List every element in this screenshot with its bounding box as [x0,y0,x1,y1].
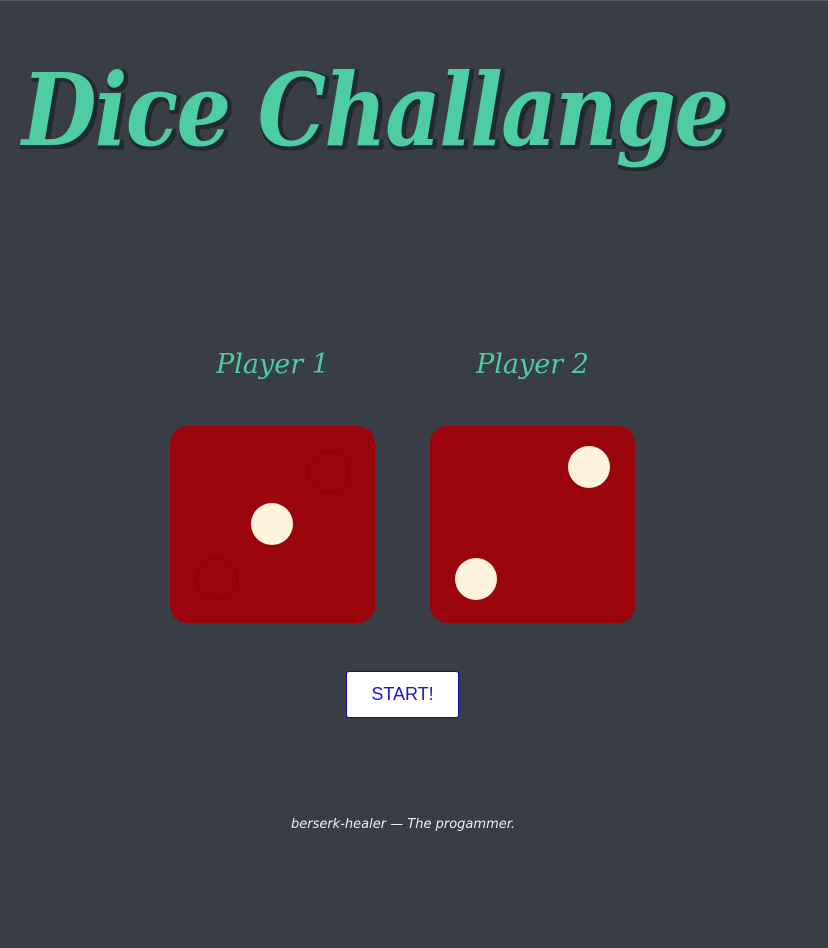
top-border [0,0,828,1]
player-1-die [170,426,375,623]
die-pip-ghost [308,451,350,493]
player-1-label: Player 1 [216,349,329,380]
die-pip-bottom-left [455,558,497,600]
die-pip-top-right [568,446,610,488]
player-2-die [430,426,635,623]
player-2-label: Player 2 [476,349,589,380]
die-pip-ghost [196,557,238,599]
die-pip-center [251,503,293,545]
footer-credit: berserk-healer — The progammer. [290,817,516,832]
page-title: Dice Challange [22,51,729,169]
start-button[interactable]: START! [346,671,459,718]
